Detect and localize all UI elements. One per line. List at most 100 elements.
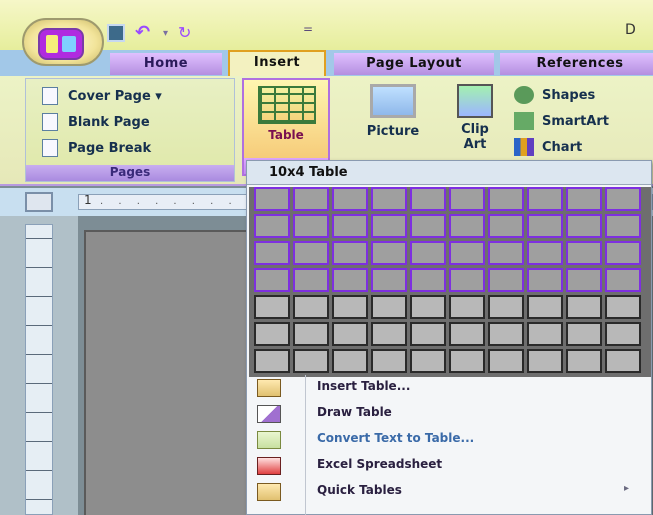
table-grid-cell[interactable]	[566, 268, 602, 292]
table-grid-cell[interactable]	[293, 268, 329, 292]
table-grid-cell[interactable]	[488, 241, 524, 265]
table-grid-cell[interactable]	[371, 322, 407, 346]
menu-item-quick-tables[interactable]: Quick Tables ▸	[247, 479, 651, 505]
picture-button[interactable]: Picture	[352, 80, 434, 154]
blank-page-button[interactable]: Blank Page	[42, 111, 150, 133]
table-grid-cell[interactable]	[293, 214, 329, 238]
table-button[interactable]: Table	[242, 78, 330, 160]
table-grid-cell[interactable]	[332, 241, 368, 265]
shapes-button[interactable]: Shapes	[514, 82, 653, 108]
tab-home[interactable]: Home	[110, 53, 222, 75]
table-grid-cell[interactable]	[566, 295, 602, 319]
table-grid-cell[interactable]	[371, 241, 407, 265]
table-grid-cell[interactable]	[566, 322, 602, 346]
table-grid-cell[interactable]	[449, 187, 485, 211]
clip-art-button[interactable]: Clip Art	[440, 80, 510, 154]
table-grid-cell[interactable]	[605, 214, 641, 238]
table-grid-cell[interactable]	[566, 187, 602, 211]
page-break-button[interactable]: Page Break	[42, 137, 151, 159]
table-grid-cell[interactable]	[605, 241, 641, 265]
table-grid-cell[interactable]	[371, 349, 407, 373]
table-grid-cell[interactable]	[566, 349, 602, 373]
table-grid-cell[interactable]	[605, 295, 641, 319]
table-grid-cell[interactable]	[293, 187, 329, 211]
menu-item-convert-text[interactable]: Convert Text to Table...	[247, 427, 651, 453]
table-grid-cell[interactable]	[488, 322, 524, 346]
table-grid-cell[interactable]	[488, 295, 524, 319]
table-grid-cell[interactable]	[488, 268, 524, 292]
save-icon[interactable]	[107, 24, 125, 42]
table-grid-cell[interactable]	[371, 268, 407, 292]
table-grid-cell[interactable]	[332, 268, 368, 292]
tab-page-layout[interactable]: Page Layout	[334, 53, 494, 75]
table-grid-cell[interactable]	[449, 241, 485, 265]
table-grid-cell[interactable]	[293, 295, 329, 319]
table-grid-cell[interactable]	[449, 322, 485, 346]
table-grid-cell[interactable]	[410, 187, 446, 211]
table-grid-cell[interactable]	[488, 349, 524, 373]
undo-icon[interactable]: ↶	[135, 24, 153, 42]
menu-item-draw-table[interactable]: Draw Table	[247, 401, 651, 427]
table-grid-cell[interactable]	[371, 214, 407, 238]
tab-references[interactable]: References	[500, 53, 653, 75]
table-grid-cell[interactable]	[371, 295, 407, 319]
table-grid-cell[interactable]	[293, 349, 329, 373]
table-grid-cell[interactable]	[488, 214, 524, 238]
table-grid-cell[interactable]	[527, 295, 563, 319]
table-grid-cell[interactable]	[605, 322, 641, 346]
document-page[interactable]	[84, 230, 254, 515]
table-grid-cell[interactable]	[293, 241, 329, 265]
table-grid-cell[interactable]	[332, 322, 368, 346]
redo-icon[interactable]: ↻	[178, 24, 196, 42]
shapes-label: Shapes	[542, 87, 596, 103]
chart-button[interactable]: Chart	[514, 134, 653, 160]
table-grid-cell[interactable]	[332, 349, 368, 373]
table-grid-cell[interactable]	[410, 349, 446, 373]
table-grid-cell[interactable]	[449, 349, 485, 373]
table-grid-cell[interactable]	[527, 268, 563, 292]
table-grid-cell[interactable]	[410, 241, 446, 265]
table-grid-cell[interactable]	[332, 295, 368, 319]
menu-item-excel-spreadsheet[interactable]: Excel Spreadsheet	[247, 453, 651, 479]
table-grid-cell[interactable]	[254, 295, 290, 319]
table-grid-cell[interactable]	[410, 214, 446, 238]
table-grid-cell[interactable]	[254, 187, 290, 211]
tab-insert[interactable]: Insert	[228, 50, 326, 76]
table-grid-cell[interactable]	[449, 214, 485, 238]
table-grid-cell[interactable]	[410, 295, 446, 319]
table-grid-cell[interactable]	[605, 268, 641, 292]
table-grid-cell[interactable]	[332, 214, 368, 238]
table-grid-cell[interactable]	[566, 214, 602, 238]
table-grid-cell[interactable]	[605, 349, 641, 373]
table-grid-cell[interactable]	[605, 187, 641, 211]
menu-item-insert-table[interactable]: Insert Table...	[247, 375, 651, 401]
table-grid-cell[interactable]	[527, 241, 563, 265]
table-grid-cell[interactable]	[254, 214, 290, 238]
table-grid-cell[interactable]	[254, 241, 290, 265]
table-grid-cell[interactable]	[371, 187, 407, 211]
cover-page-button[interactable]: Cover Page ▾	[42, 85, 162, 107]
submenu-arrow-icon: ▸	[623, 483, 629, 494]
table-grid-cell[interactable]	[293, 322, 329, 346]
table-grid-cell[interactable]	[527, 322, 563, 346]
table-grid-cell[interactable]	[527, 187, 563, 211]
customize-qat-button[interactable]: =	[303, 22, 313, 36]
table-grid-cell[interactable]	[254, 349, 290, 373]
undo-dropdown-icon[interactable]: ▾	[163, 28, 168, 39]
table-grid-cell[interactable]	[566, 241, 602, 265]
table-grid-cell[interactable]	[449, 295, 485, 319]
office-button[interactable]	[22, 18, 104, 66]
table-grid-cell[interactable]	[332, 187, 368, 211]
table-grid-cell[interactable]	[488, 187, 524, 211]
table-grid-cell[interactable]	[527, 349, 563, 373]
vertical-ruler[interactable]	[25, 224, 53, 515]
table-grid-cell[interactable]	[254, 268, 290, 292]
table-grid-cell[interactable]	[527, 214, 563, 238]
table-grid-cell[interactable]	[410, 268, 446, 292]
table-grid-cell[interactable]	[449, 268, 485, 292]
tab-stop-selector[interactable]	[25, 192, 53, 212]
smartart-button[interactable]: SmartArt	[514, 108, 653, 134]
quick-tables-icon	[257, 483, 281, 501]
table-grid-cell[interactable]	[254, 322, 290, 346]
table-grid-cell[interactable]	[410, 322, 446, 346]
